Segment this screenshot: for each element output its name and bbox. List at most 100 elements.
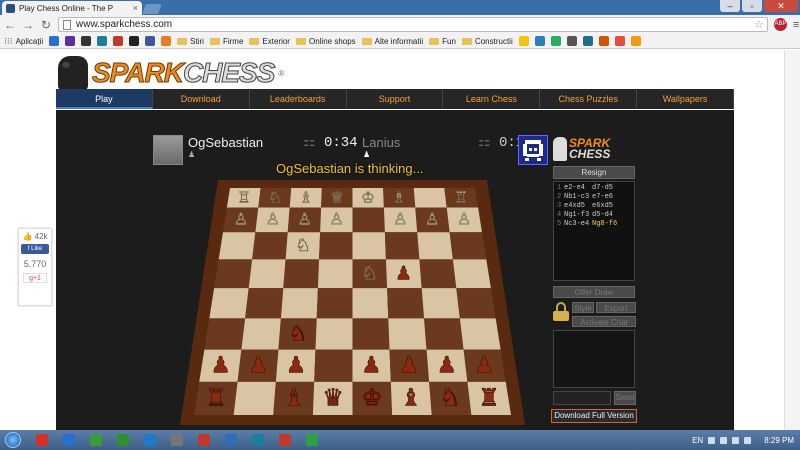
export-pgn-button[interactable]: Export PGN (596, 302, 636, 325)
taskbar-app-button[interactable] (301, 431, 323, 449)
bookmark-folder[interactable]: Alte informatii (361, 37, 423, 46)
move-row[interactable]: 2 Nb1-c3 e7-e6 (557, 193, 631, 202)
menu-icon[interactable]: ≡ (793, 19, 799, 31)
nav-item-play[interactable]: Play (56, 89, 153, 109)
board-square[interactable] (314, 349, 353, 382)
bookmark-site[interactable] (598, 36, 609, 46)
bookmark-site[interactable] (534, 36, 545, 46)
bookmark-site[interactable] (582, 36, 593, 46)
bookmark-folder[interactable]: Fun (429, 37, 456, 46)
nav-item-learn-chess[interactable]: Learn Chess (443, 89, 541, 109)
board-square[interactable] (352, 232, 386, 260)
bookmark-site[interactable] (97, 36, 108, 46)
url-text[interactable]: www.sparkchess.com (76, 19, 749, 30)
board-square[interactable] (452, 259, 491, 289)
bookmark-site[interactable] (550, 36, 561, 46)
bookmark-folder[interactable]: Firme (209, 37, 243, 46)
reload-icon[interactable]: ↻ (40, 18, 52, 32)
bookmark-site[interactable] (129, 36, 140, 46)
dark-knight-piece[interactable]: ♞ (439, 383, 461, 412)
bookmark-site[interactable] (518, 36, 529, 46)
board-square[interactable] (218, 232, 256, 260)
offer-draw-button[interactable]: Offer Draw (553, 286, 635, 298)
board-square[interactable] (248, 259, 286, 289)
nav-item-leaderboards[interactable]: Leaderboards (250, 89, 347, 109)
dark-pawn-piece[interactable]: ♟ (286, 352, 307, 379)
bookmark-folder[interactable]: Constructii (461, 37, 513, 46)
board-square[interactable] (283, 259, 320, 289)
tray-flag-icon[interactable] (720, 436, 728, 444)
white-bishop-piece[interactable]: ♗ (299, 188, 313, 207)
board-square[interactable] (424, 318, 464, 350)
board-square[interactable] (419, 259, 457, 289)
nav-item-download[interactable]: Download (153, 89, 250, 109)
white-pawn-piece[interactable]: ♙ (329, 209, 344, 229)
bookmark-site[interactable] (145, 36, 156, 46)
white-pawn-piece[interactable]: ♙ (425, 209, 440, 229)
taskbar-app-button[interactable] (166, 431, 188, 449)
bookmark-folder[interactable]: Online shops (295, 37, 356, 46)
tray-network-icon[interactable] (708, 436, 716, 444)
white-pawn-piece[interactable]: ♙ (393, 209, 408, 229)
move-row[interactable]: 5 Nc3-e4 Ng8-f6 (557, 220, 631, 229)
close-window-button[interactable]: ✕ (764, 0, 798, 12)
board-square[interactable] (252, 232, 288, 260)
move-row[interactable]: 1 e2-e4 d7-d5 (557, 184, 631, 193)
white-pawn-piece[interactable]: ♙ (233, 209, 249, 229)
address-bar[interactable]: www.sparkchess.com ☆ (58, 17, 768, 32)
forward-arrow-icon[interactable]: → (22, 18, 34, 32)
board-square[interactable] (387, 288, 425, 319)
dark-rook-piece[interactable]: ♜ (478, 383, 500, 412)
board-square[interactable] (352, 207, 385, 233)
nav-item-chess-puzzles[interactable]: Chess Puzzles (540, 89, 638, 109)
board-square[interactable] (315, 318, 353, 350)
dark-bishop-piece[interactable]: ♝ (400, 383, 422, 412)
dark-queen-piece[interactable]: ♛ (322, 383, 344, 412)
dark-pawn-piece[interactable]: ♟ (210, 352, 231, 379)
white-bishop-piece[interactable]: ♗ (392, 188, 406, 207)
dark-rook-piece[interactable]: ♜ (205, 383, 227, 412)
taskbar-app-button[interactable] (31, 431, 53, 449)
bookmark-site[interactable] (566, 36, 577, 46)
board-square[interactable] (388, 318, 427, 350)
dark-pawn-piece[interactable]: ♟ (248, 352, 269, 379)
bookmark-folder[interactable]: Stiri (177, 37, 204, 46)
activate-chat-button[interactable]: Activate Chat (572, 316, 636, 327)
board-square[interactable] (417, 232, 453, 260)
taskbar-app-button[interactable] (139, 431, 161, 449)
move-row[interactable]: 3 e4xd5 e6xd5 (557, 202, 631, 211)
dark-pawn-piece[interactable]: ♟ (436, 352, 457, 379)
bookmark-site[interactable] (49, 36, 60, 46)
chat-input[interactable] (553, 391, 611, 405)
language-indicator[interactable]: EN (692, 436, 703, 445)
taskbar-app-button[interactable] (112, 431, 134, 449)
dark-pawn-piece[interactable]: ♟ (399, 352, 420, 379)
board-square[interactable] (384, 232, 420, 260)
white-rook-piece[interactable]: ♖ (237, 188, 251, 207)
bookmark-folder[interactable]: Exterior (249, 37, 290, 46)
tab-close-icon[interactable]: × (133, 3, 138, 13)
white-knight-piece[interactable]: ♘ (295, 236, 311, 257)
dark-king-piece[interactable]: ♚ (361, 383, 383, 412)
tray-power-icon[interactable] (744, 436, 752, 444)
white-pawn-piece[interactable]: ♙ (457, 209, 472, 229)
start-button[interactable] (0, 430, 26, 450)
download-full-version-button[interactable]: Download Full Version (551, 409, 637, 423)
board-square[interactable] (233, 381, 276, 415)
dark-knight-piece[interactable]: ♞ (288, 321, 308, 347)
bookmark-site[interactable] (113, 36, 124, 46)
board-square[interactable] (209, 288, 249, 319)
board-square[interactable] (459, 318, 501, 350)
white-pawn-piece[interactable]: ♙ (265, 209, 280, 229)
facebook-like-button[interactable]: f Like (21, 244, 49, 254)
dark-pawn-piece[interactable]: ♟ (395, 263, 412, 285)
browser-tab[interactable]: Play Chess Online - The P × (2, 1, 142, 15)
board-square[interactable] (352, 288, 389, 319)
move-row[interactable]: 4 Ng1-f3 d5-d4 (557, 211, 631, 220)
board-square[interactable] (241, 318, 281, 350)
white-king-piece[interactable]: ♔ (361, 188, 375, 207)
taskbar-app-button[interactable] (58, 431, 80, 449)
sparkchess-logo[interactable]: SPARKCHESS ® (58, 55, 288, 91)
board-square[interactable] (421, 288, 460, 319)
board-square[interactable] (204, 318, 246, 350)
